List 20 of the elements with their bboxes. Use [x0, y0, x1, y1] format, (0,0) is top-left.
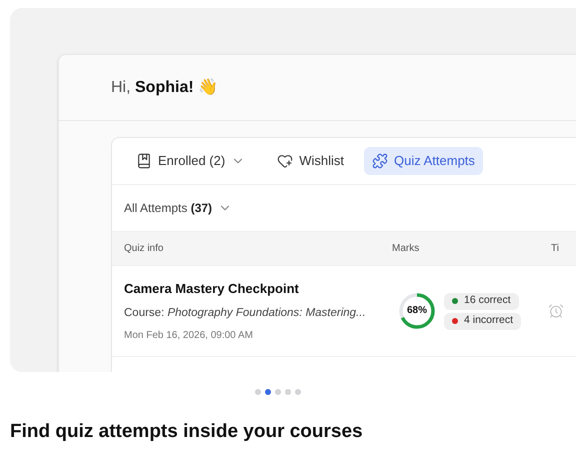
column-header: Marks — [392, 242, 420, 256]
progress-ring — [398, 292, 436, 330]
tab[interactable]: Quiz Attempts — [364, 147, 483, 175]
tab[interactable]: Enrolled (2) — [124, 147, 258, 175]
result-pill: 16 correct — [444, 292, 519, 310]
tab[interactable]: Wishlist — [265, 147, 356, 175]
puzzle-icon — [372, 153, 388, 169]
greeting: Hi, Sophia! 👋 — [111, 77, 218, 98]
heart-icon — [277, 153, 294, 169]
book-icon — [136, 153, 152, 169]
attempt-date: Mon Feb 16, 2026, 09:00 AM — [124, 328, 254, 343]
score-percent: 68% — [406, 306, 427, 316]
caption: Find quiz attempts inside your courses — [9, 420, 364, 444]
quiz-title: Camera Mastery Checkpoint — [124, 280, 300, 298]
alarm-clock-icon — [548, 303, 564, 319]
column-header: Ti — [551, 242, 559, 256]
course-name: Course: Photography Foundations: Mastering... — [124, 306, 367, 321]
column-header: Quiz info — [123, 242, 164, 256]
attempts-filter[interactable]: All Attempts (37) — [124, 199, 232, 217]
result-pill: 4 incorrect — [444, 312, 522, 330]
